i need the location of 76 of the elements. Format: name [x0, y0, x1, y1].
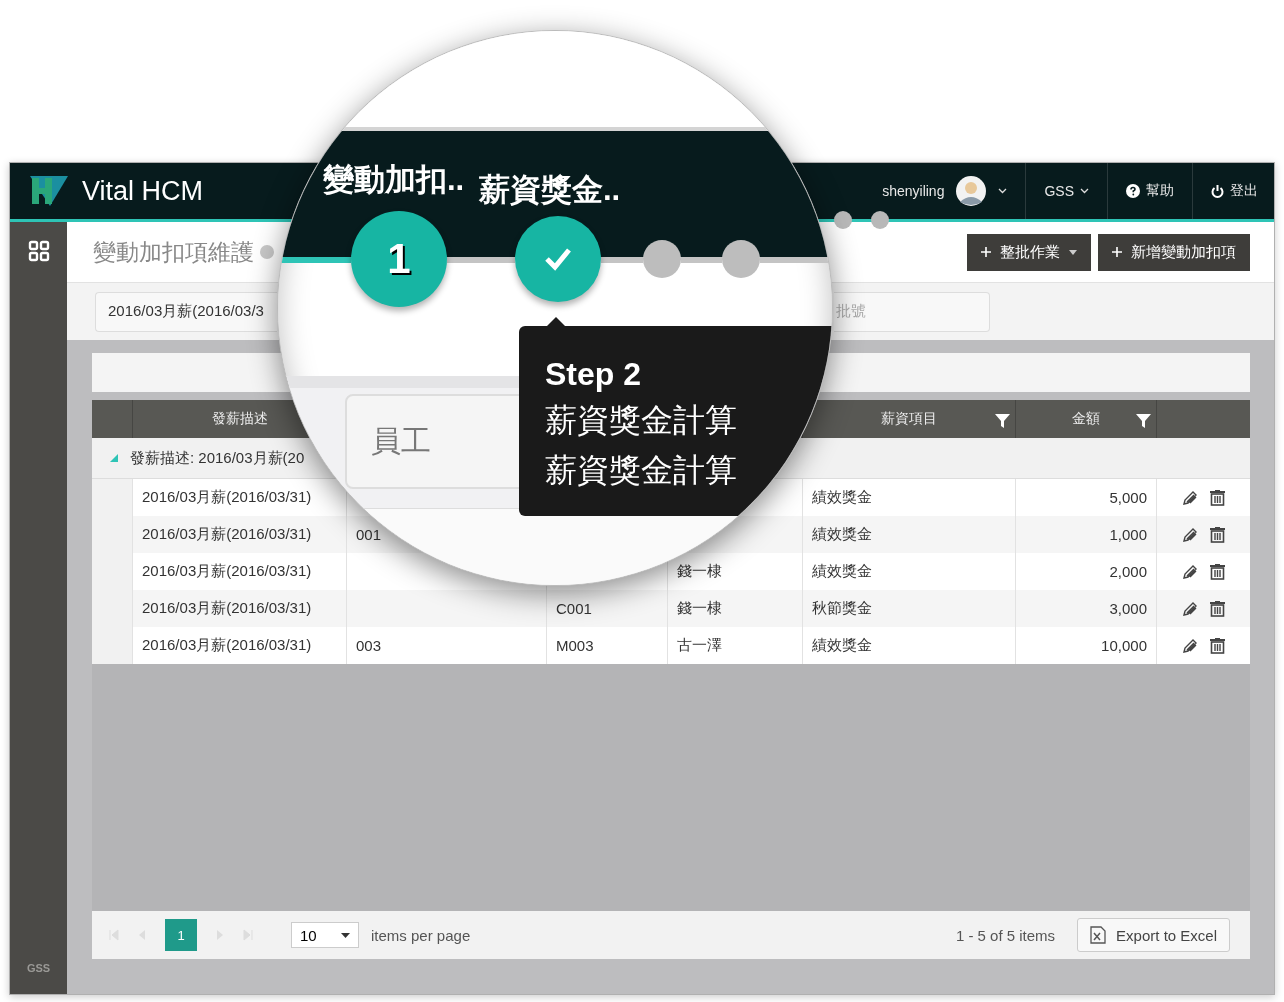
tooltip-text: 薪資獎金計算	[545, 451, 738, 490]
chevron-icon	[998, 188, 1008, 194]
table-cell: C001	[556, 600, 592, 617]
table-cell: 績效獎金	[812, 562, 872, 581]
table-cell: 錢一棣	[677, 562, 722, 581]
trash-icon[interactable]	[1210, 600, 1225, 617]
table-cell: 2016/03月薪(2016/03/31)	[142, 525, 312, 544]
table-cell: 10,000	[1101, 637, 1147, 654]
grid-menu-icon[interactable]	[27, 240, 50, 262]
trash-icon[interactable]	[1210, 637, 1225, 654]
group-label: 發薪描述: 2016/03月薪(20	[130, 448, 305, 468]
batch-menu-button[interactable]: 整批作業	[967, 233, 1091, 271]
logo-icon	[28, 174, 68, 208]
table-cell: 績效獎金	[812, 636, 872, 655]
step-connector	[447, 257, 515, 263]
avatar-icon	[956, 176, 987, 206]
table-cell: 錢一棣	[677, 599, 722, 618]
caret-icon	[341, 932, 350, 938]
trash-icon[interactable]	[1210, 563, 1225, 580]
spreadsheet-icon	[1090, 926, 1107, 944]
table-cell: M003	[556, 637, 594, 654]
table-cell: 績效獎金	[812, 525, 872, 544]
plus-icon	[1112, 247, 1122, 257]
step-marker[interactable]	[515, 216, 601, 302]
period-field[interactable]: 2016/03月薪(2016/03/3	[95, 291, 277, 332]
trash-icon[interactable]	[1210, 526, 1225, 543]
column-header[interactable]: 薪資項目	[881, 410, 937, 428]
caret-icon	[1069, 249, 1077, 255]
help-icon	[1126, 184, 1140, 198]
filter-icon[interactable]	[1136, 413, 1151, 428]
step-marker[interactable]	[643, 240, 681, 278]
filter-icon[interactable]	[995, 413, 1010, 428]
logout-link[interactable]: 登出	[1192, 163, 1274, 219]
app-name: Vital HCM	[82, 175, 204, 207]
step-label: 薪資獎金..	[479, 171, 621, 209]
power-icon	[1211, 184, 1224, 198]
tooltip-text: 薪資獎金計算	[545, 401, 738, 440]
table-cell: 2016/03月薪(2016/03/31)	[142, 636, 312, 655]
export-button[interactable]: Export to Excel	[1077, 918, 1230, 952]
edit-icon[interactable]	[1182, 600, 1198, 617]
table-cell: 5,000	[1109, 489, 1147, 506]
table-cell: 績效獎金	[812, 488, 872, 507]
table-cell: 3,000	[1109, 600, 1147, 617]
table-cell: 001	[356, 526, 382, 543]
tooltip-title: Step 2	[545, 356, 643, 393]
table-cell: 2016/03月薪(2016/03/31)	[142, 599, 312, 618]
step-connector	[681, 257, 722, 263]
plus-icon	[981, 247, 991, 257]
table-cell: 1,000	[1109, 526, 1147, 543]
column-header[interactable]: 金額	[1072, 410, 1100, 428]
check-icon	[544, 247, 572, 271]
help-link[interactable]: 幫助	[1107, 163, 1192, 219]
page-size-label: items per page	[371, 926, 471, 944]
chevron-icon	[1080, 188, 1089, 194]
page-title: 變動加扣項維護	[93, 237, 254, 267]
add-button[interactable]: 新增變動加扣項	[1098, 233, 1250, 271]
table-cell: 秋節獎金	[812, 599, 872, 618]
step-connector	[601, 257, 643, 263]
table-cell: 2016/03月薪(2016/03/31)	[142, 488, 312, 507]
step-marker[interactable]	[722, 240, 760, 278]
sidebar-logo-text: GSS	[26, 962, 51, 974]
page-size-select[interactable]: 10	[291, 922, 359, 948]
item-count: 1 - 5 of 5 items	[955, 926, 1056, 944]
company-menu[interactable]: GSS	[1025, 163, 1107, 219]
trash-icon[interactable]	[1210, 489, 1225, 506]
edit-icon[interactable]	[1182, 637, 1198, 654]
edit-icon[interactable]	[1182, 526, 1198, 543]
step-label: 變動加扣..	[323, 161, 465, 199]
row-gutter	[92, 627, 132, 664]
table-cell: 003	[356, 637, 382, 654]
edit-icon[interactable]	[1182, 489, 1198, 506]
table-cell: 古一澤	[677, 636, 722, 655]
edit-icon[interactable]	[1182, 563, 1198, 580]
table-cell: 2,000	[1109, 563, 1147, 580]
table-cell: 2016/03月薪(2016/03/31)	[142, 562, 312, 581]
column-header[interactable]: 發薪描述	[211, 410, 268, 428]
